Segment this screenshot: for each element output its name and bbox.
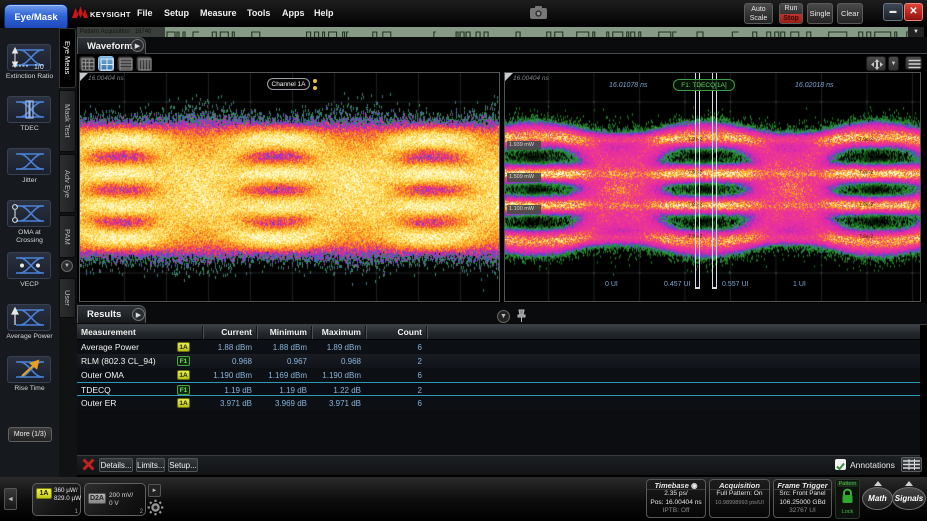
svg-text:1/0: 1/0 — [34, 64, 44, 70]
